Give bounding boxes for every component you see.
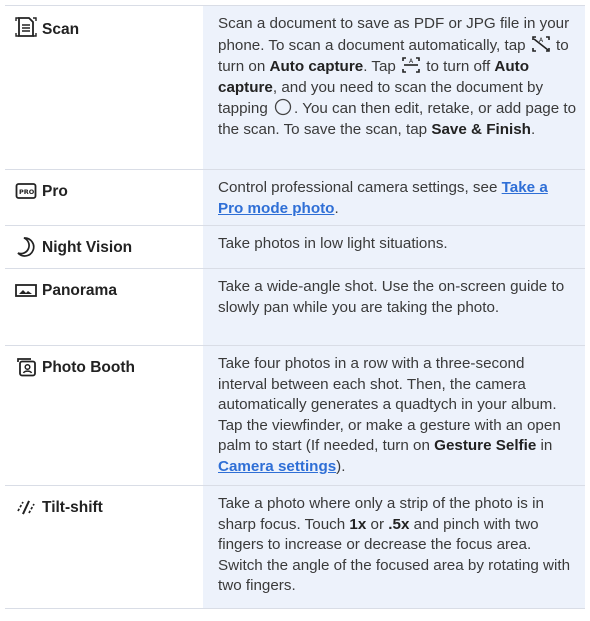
photo-booth-icon <box>15 356 37 378</box>
pro-icon: PRO <box>15 180 37 202</box>
mode-description: Scan a document to save as PDF or JPG fi… <box>203 6 585 169</box>
mode-name: Scan <box>42 21 80 38</box>
table-row-night-vision: Night Vision Take photos in low light si… <box>5 226 585 269</box>
tilt-shift-icon <box>15 496 37 518</box>
mode-description: Take photos in low light situations. <box>203 226 585 268</box>
table-row-panorama: Panorama Take a wide-angle shot. Use the… <box>5 269 585 346</box>
mode-description: Take four photos in a row with a three-s… <box>203 346 585 485</box>
mode-name: Panorama <box>42 282 117 299</box>
mode-description: Take a photo where only a strip of the p… <box>203 486 585 608</box>
auto-capture-on-icon: A <box>530 35 552 53</box>
panorama-icon <box>15 279 37 301</box>
mode-name-cell: Night Vision <box>5 226 203 268</box>
shutter-icon <box>272 98 294 116</box>
table-row-pro: PRO Pro Control professional camera sett… <box>5 170 585 226</box>
svg-text:A: A <box>409 58 414 65</box>
mode-name: Night Vision <box>42 239 133 256</box>
table-row-tilt-shift: Tilt-shift Take a photo where only a str… <box>5 486 585 609</box>
auto-capture-off-icon: A <box>400 56 422 74</box>
mode-name-cell: Tilt-shift <box>5 486 203 608</box>
mode-name: Tilt-shift <box>42 499 103 516</box>
mode-description: Take a wide-angle shot. Use the on-scree… <box>203 269 585 345</box>
moon-icon <box>15 236 37 258</box>
mode-name-cell: Panorama <box>5 269 203 345</box>
scan-doc-icon <box>15 16 37 38</box>
table-row-scan: Scan Scan a document to save as PDF or J… <box>5 6 585 170</box>
mode-name-cell: PRO Pro <box>5 170 203 225</box>
mode-description: Control professional camera settings, se… <box>203 170 585 225</box>
mode-name: Pro <box>42 183 68 200</box>
mode-name-cell: Photo Booth <box>5 346 203 485</box>
camera-settings-link[interactable]: Camera settings <box>218 458 336 475</box>
mode-name-cell: Scan <box>5 6 203 169</box>
mode-name: Photo Booth <box>42 359 135 376</box>
table-row-photo-booth: Photo Booth Take four photos in a row wi… <box>5 346 585 486</box>
camera-modes-table: Scan Scan a document to save as PDF or J… <box>5 5 585 609</box>
svg-text:PRO: PRO <box>19 188 35 196</box>
svg-text:A: A <box>539 37 544 44</box>
